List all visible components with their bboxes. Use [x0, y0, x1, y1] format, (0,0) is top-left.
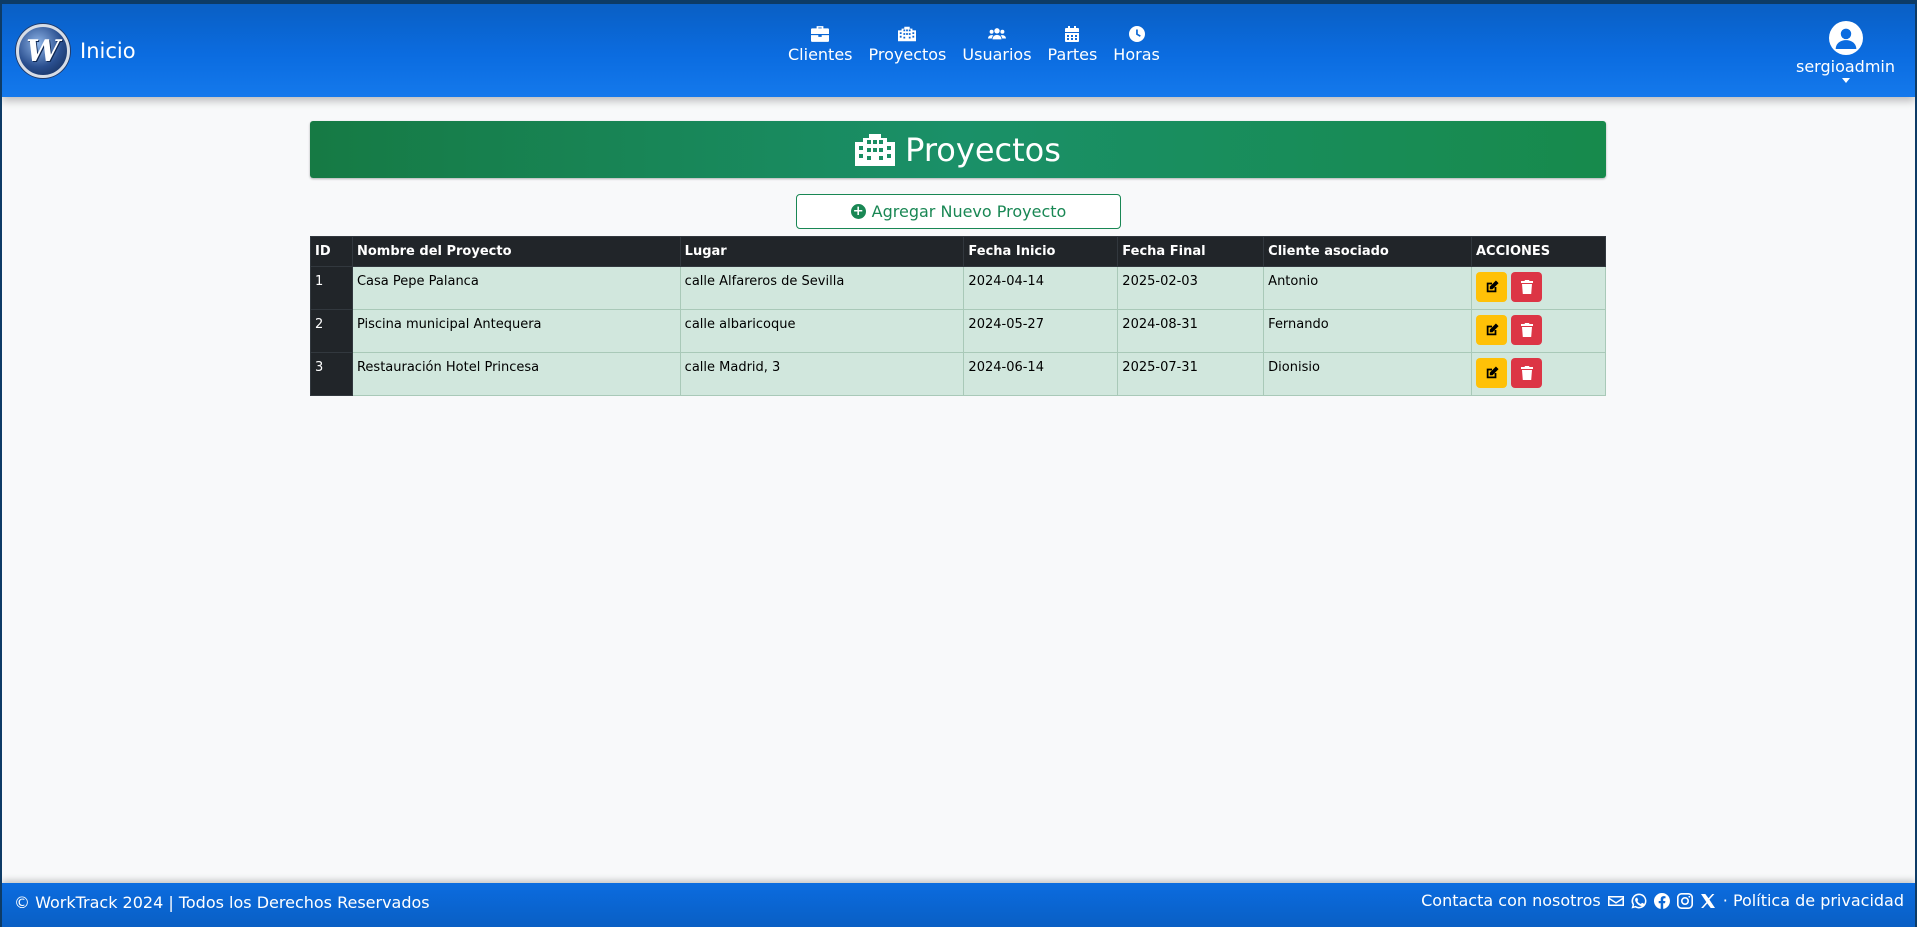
cell-fecha-final: 2024-08-31	[1117, 309, 1265, 353]
cell-id: 1	[310, 266, 353, 310]
page-title-banner: Proyectos	[310, 121, 1606, 178]
add-project-label: Agregar Nuevo Proyecto	[871, 202, 1067, 221]
header-nombre[interactable]: Nombre del Proyecto	[351, 236, 681, 267]
instagram-icon[interactable]	[1676, 892, 1693, 909]
cell-fecha-final: 2025-02-03	[1117, 266, 1265, 310]
trash-icon	[1520, 366, 1533, 380]
add-project-button[interactable]: + Agregar Nuevo Proyecto	[796, 194, 1121, 229]
table-row: 1 Casa Pepe Palanca calle Alfareros de S…	[310, 266, 1606, 310]
header-acciones: ACCIONES	[1471, 236, 1606, 267]
footer-links: Contacta con nosotros · Política de priv…	[1421, 891, 1904, 910]
nav-horas[interactable]: Horas	[1105, 26, 1168, 64]
users-icon	[987, 28, 1006, 40]
x-icon[interactable]	[1700, 893, 1716, 909]
calendar-icon	[1065, 26, 1080, 42]
edit-button[interactable]	[1476, 272, 1507, 302]
brand-home-link[interactable]: W Inicio	[16, 24, 136, 78]
cell-nombre: Restauración Hotel Princesa	[351, 352, 681, 396]
footer: © WorkTrack 2024 | Todos los Derechos Re…	[2, 883, 1915, 927]
trash-icon	[1520, 323, 1533, 337]
edit-icon	[1486, 323, 1499, 336]
user-avatar	[1828, 21, 1863, 55]
user-circle-icon	[1835, 28, 1856, 49]
nav-label: Usuarios	[962, 45, 1032, 64]
briefcase-icon	[811, 26, 830, 42]
whatsapp-icon[interactable]	[1631, 893, 1647, 909]
top-navbar: W Inicio Clientes Proyectos Usuarios Par…	[2, 4, 1915, 97]
building-icon	[898, 26, 917, 42]
facebook-icon[interactable]	[1653, 892, 1670, 909]
nav-usuarios[interactable]: Usuarios	[954, 26, 1039, 64]
cell-cliente: Antonio	[1263, 266, 1472, 310]
contact-link[interactable]: Contacta con nosotros	[1421, 891, 1601, 910]
cell-fecha-final: 2025-07-31	[1117, 352, 1265, 396]
table-row: 3 Restauración Hotel Princesa calle Madr…	[310, 352, 1606, 396]
nav-proyectos[interactable]: Proyectos	[861, 26, 955, 64]
delete-button[interactable]	[1511, 272, 1542, 302]
header-cliente[interactable]: Cliente asociado	[1263, 236, 1472, 267]
cell-lugar: calle Madrid, 3	[679, 352, 965, 396]
caret-down-icon	[1841, 78, 1850, 83]
cell-fecha-inicio: 2024-05-27	[963, 309, 1119, 353]
edit-icon	[1486, 366, 1499, 379]
header-lugar[interactable]: Lugar	[679, 236, 965, 267]
edit-icon	[1486, 280, 1499, 293]
nav-label: Proyectos	[868, 45, 947, 64]
building-icon	[855, 133, 896, 166]
plus-circle-icon: +	[850, 204, 866, 219]
nav-clientes[interactable]: Clientes	[780, 26, 861, 64]
delete-button[interactable]	[1511, 315, 1542, 345]
cell-acciones	[1471, 266, 1606, 310]
header-id[interactable]: ID	[310, 236, 353, 267]
main-nav: Clientes Proyectos Usuarios Partes Horas	[780, 26, 1168, 64]
edit-button[interactable]	[1476, 358, 1507, 388]
cell-lugar: calle albaricoque	[679, 309, 965, 353]
nav-label: Horas	[1113, 45, 1160, 64]
table-row: 2 Piscina municipal Antequera calle alba…	[310, 309, 1606, 353]
table-header-row: ID Nombre del Proyecto Lugar Fecha Inici…	[310, 236, 1606, 267]
cell-cliente: Fernando	[1263, 309, 1472, 353]
nav-label: Clientes	[788, 45, 853, 64]
user-menu[interactable]: sergioadmin	[1796, 21, 1895, 83]
cell-lugar: calle Alfareros de Sevilla	[679, 266, 965, 310]
worktrack-logo: W	[16, 24, 70, 78]
delete-button[interactable]	[1511, 358, 1542, 388]
footer-copyright: © WorkTrack 2024 | Todos los Derechos Re…	[14, 893, 430, 912]
logo-letter: W	[26, 33, 60, 69]
trash-icon	[1520, 280, 1533, 294]
cell-id: 3	[310, 352, 353, 396]
nav-label: Partes	[1047, 45, 1098, 64]
cell-acciones	[1471, 352, 1606, 396]
header-fecha-inicio[interactable]: Fecha Inicio	[963, 236, 1119, 267]
cell-cliente: Dionisio	[1263, 352, 1472, 396]
cell-id: 2	[310, 309, 353, 353]
page-title: Proyectos	[905, 130, 1061, 169]
clock-icon	[1128, 26, 1145, 42]
brand-title: Inicio	[80, 39, 136, 63]
cell-fecha-inicio: 2024-04-14	[963, 266, 1119, 310]
projects-table: ID Nombre del Proyecto Lugar Fecha Inici…	[310, 236, 1606, 396]
cell-acciones	[1471, 309, 1606, 353]
edit-button[interactable]	[1476, 315, 1507, 345]
username: sergioadmin	[1796, 57, 1895, 76]
cell-fecha-inicio: 2024-06-14	[963, 352, 1119, 396]
nav-partes[interactable]: Partes	[1040, 26, 1106, 64]
cell-nombre: Casa Pepe Palanca	[351, 266, 681, 310]
cell-nombre: Piscina municipal Antequera	[351, 309, 681, 353]
header-fecha-final[interactable]: Fecha Final	[1117, 236, 1265, 267]
app-frame: W Inicio Clientes Proyectos Usuarios Par…	[2, 4, 1915, 927]
envelope-icon[interactable]	[1607, 893, 1624, 909]
privacy-link[interactable]: · Política de privacidad	[1723, 891, 1904, 910]
